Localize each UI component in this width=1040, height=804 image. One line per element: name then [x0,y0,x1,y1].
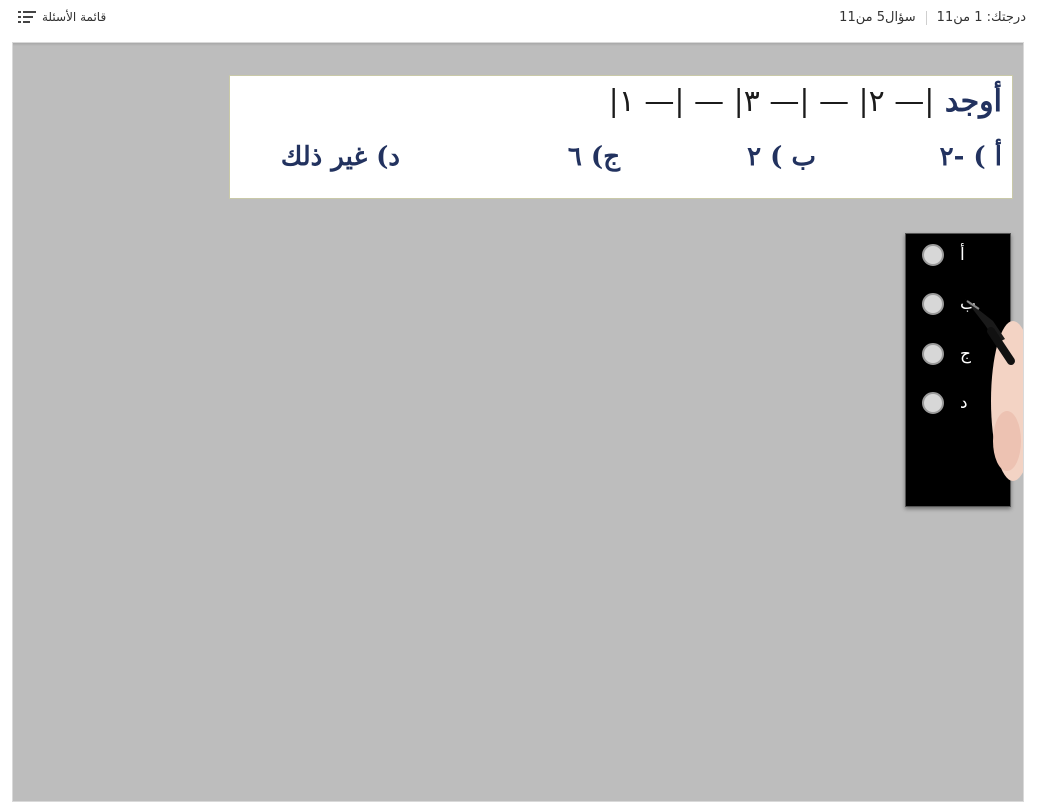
radio-button-b[interactable] [922,293,944,315]
slide-canvas: أوجد |— ٢| — |— ٣| — |— ١| أ ) -٢ ب ) ٢ … [12,42,1024,802]
score-label: درجتك: 1 من11 [936,10,1026,25]
pen-hand-icon [965,299,1023,481]
question-list-button[interactable]: قائمة الأسئلة [18,10,106,24]
answer-text-c: ج) ٦ [567,142,620,172]
header-divider [925,10,927,25]
answer-text-b: ب ) ٢ [747,142,816,172]
score-area: درجتك: 1 من11 سؤال5 من11 [839,10,1026,25]
question-counter: سؤال5 من11 [839,10,916,25]
option-label-a: أ [960,245,965,265]
slide-top-shadow [13,43,1023,46]
option-d[interactable]: د [922,392,968,414]
top-bar: قائمة الأسئلة درجتك: 1 من11 سؤال5 من11 [0,0,1040,38]
option-a[interactable]: أ [922,244,965,266]
answer-text-d: د) غير ذلك [280,142,400,172]
question-line: أوجد |— ٢| — |— ٣| — |— ١| [609,84,1002,119]
radio-button-c[interactable] [922,343,944,365]
radio-button-a[interactable] [922,244,944,266]
answer-text-a: أ ) -٢ [939,142,1002,172]
radio-button-d[interactable] [922,392,944,414]
question-box: أوجد |— ٢| — |— ٣| — |— ١| أ ) -٢ ب ) ٢ … [229,75,1013,199]
question-expression: |— ٢| — |— ٣| — |— ١| [608,84,935,119]
question-prompt-word: أوجد [944,84,1002,119]
question-list-label: قائمة الأسئلة [42,10,107,24]
list-icon [18,10,36,24]
